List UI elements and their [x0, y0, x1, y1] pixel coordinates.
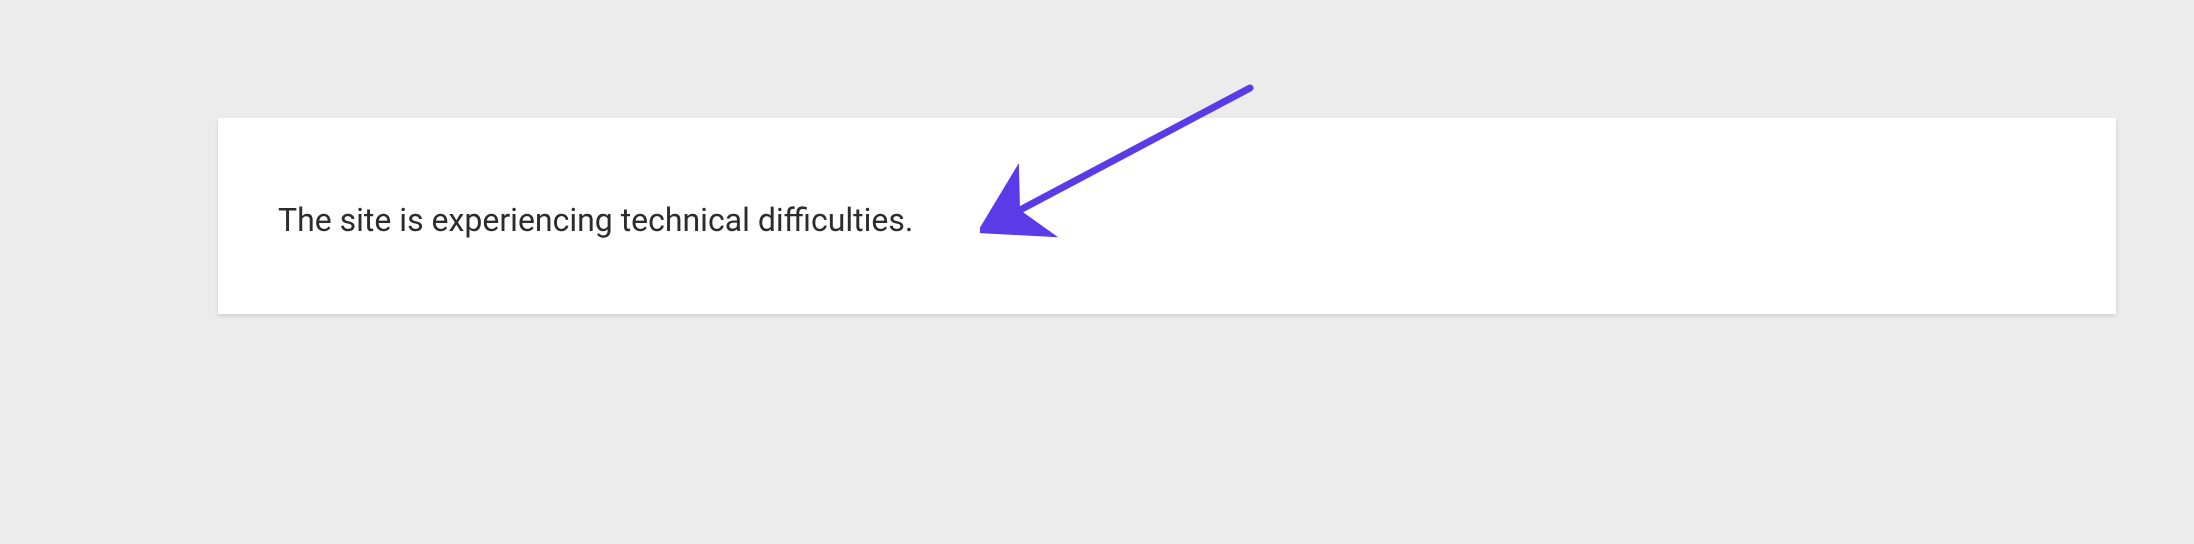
error-card: The site is experiencing technical diffi… [218, 118, 2116, 314]
error-message-text: The site is experiencing technical diffi… [278, 198, 2056, 243]
